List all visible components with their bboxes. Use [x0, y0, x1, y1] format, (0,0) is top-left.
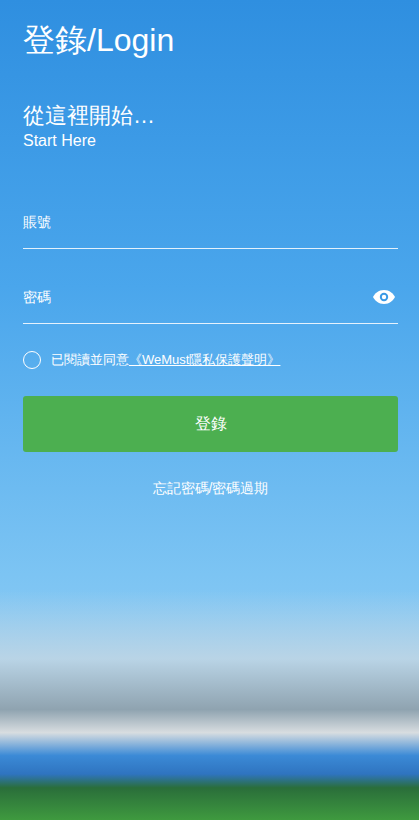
eye-icon[interactable]: [372, 285, 396, 309]
agreement-row: 已閱讀並同意《WeMust隱私保護聲明》: [23, 350, 398, 370]
login-form: 登錄/Login 從這裡開始…Start Here 已閱讀並同意《WeMust隱私保…: [0, 0, 419, 498]
input-field: [23, 271, 398, 324]
text-input[interactable]: [23, 277, 372, 317]
agreement-checkbox[interactable]: [23, 351, 41, 369]
field-list: [23, 196, 398, 324]
login-button[interactable]: 登錄: [23, 396, 398, 452]
subtitle: 從這裡開始…: [23, 102, 398, 130]
forgot-password-link[interactable]: 忘記密碼/密碼過期: [23, 478, 398, 498]
stadium-photo: [0, 590, 419, 820]
agreement-text: 已閱讀並同意: [51, 350, 129, 370]
privacy-link[interactable]: 《WeMust隱私保護聲明》: [129, 350, 280, 370]
login-page: 登錄/Login 從這裡開始…Start Here 已閱讀並同意《WeMust隱私保…: [0, 0, 419, 820]
input-field: [23, 196, 398, 249]
subtitle-en: Start Here: [23, 130, 398, 152]
page-title: 登錄/Login: [23, 18, 398, 62]
text-input[interactable]: [23, 202, 398, 242]
